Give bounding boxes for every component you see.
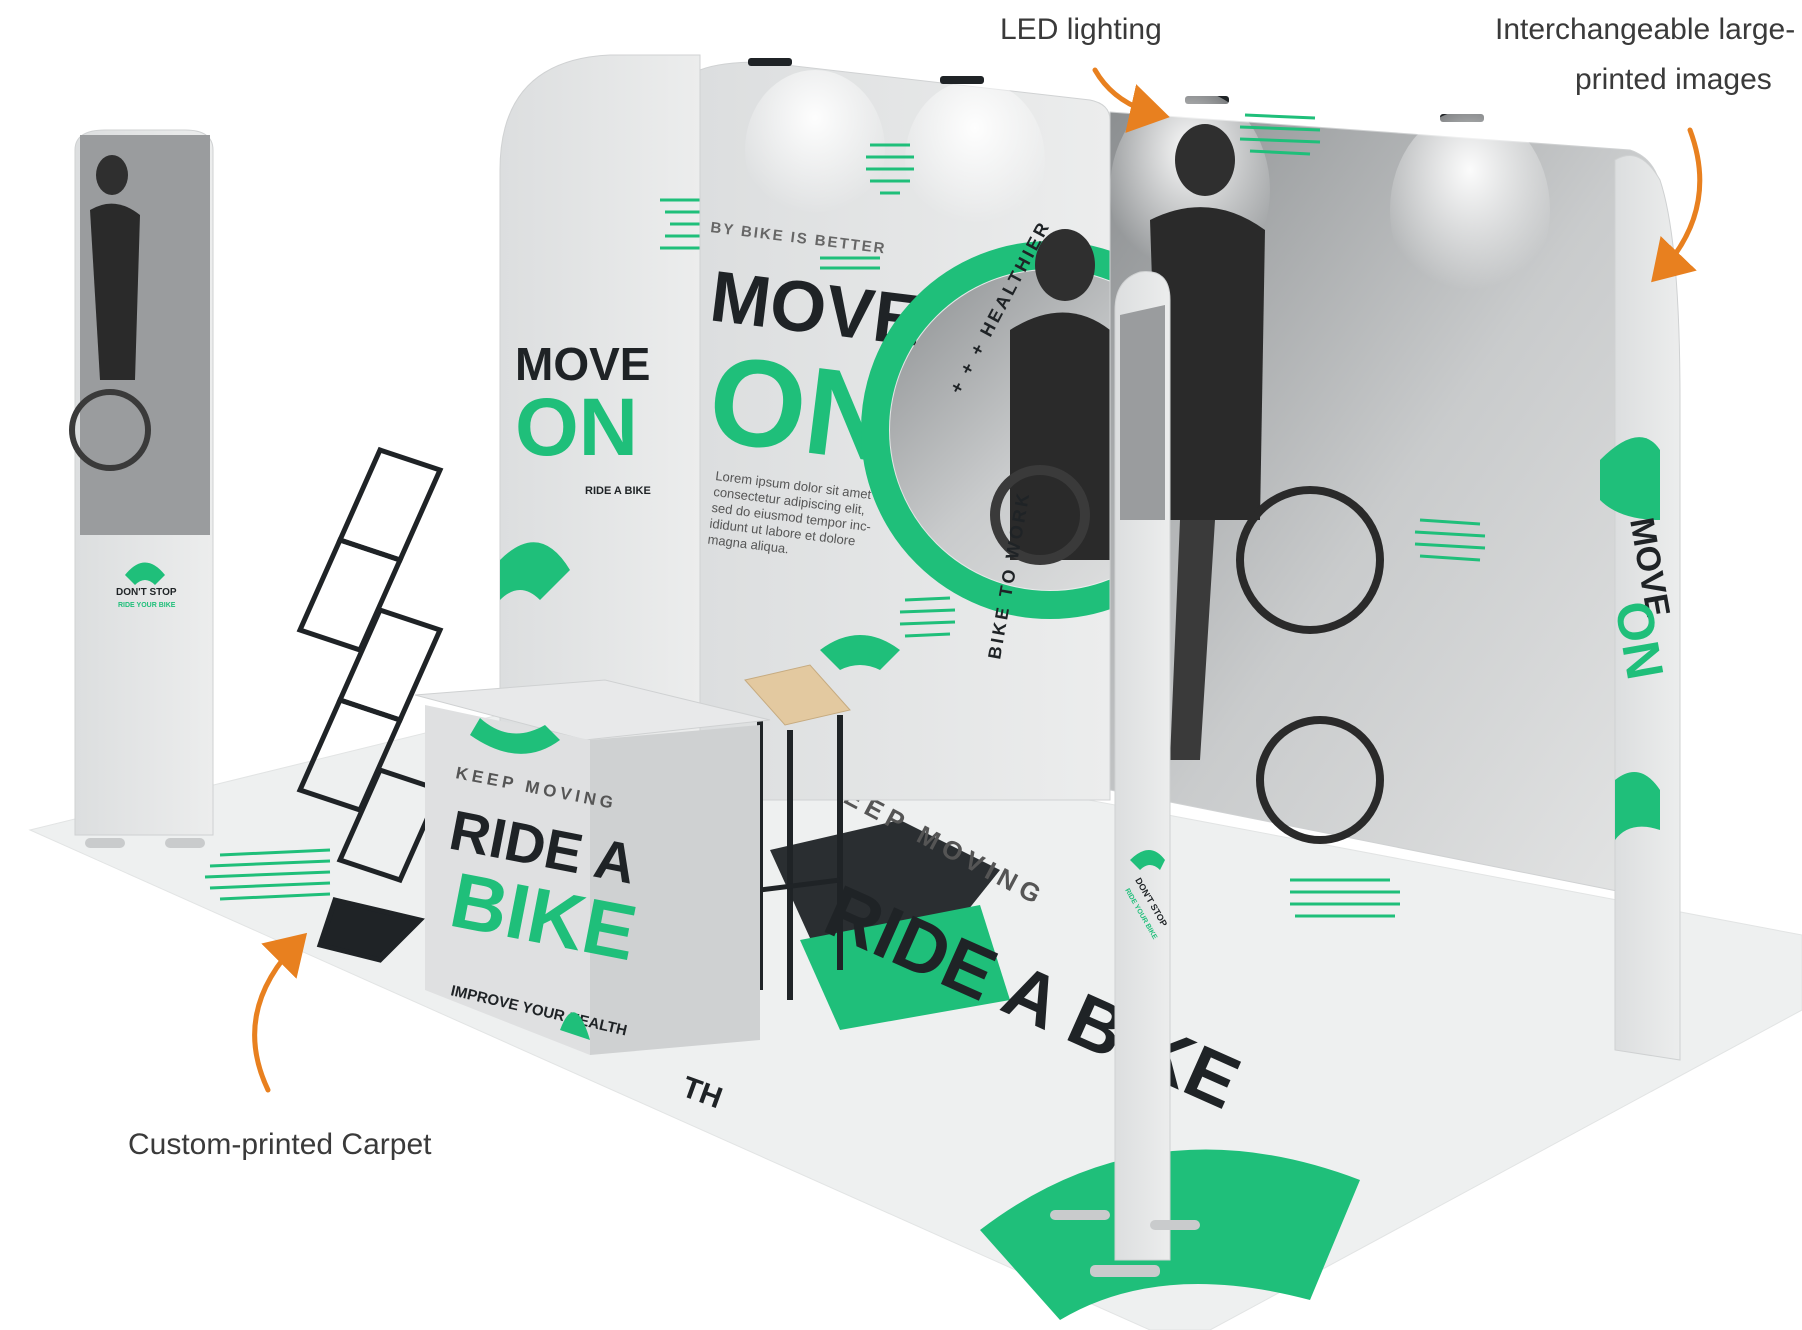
promo-counter: KEEP MOVING RIDE A BIKE IMPROVE YOUR HEA… bbox=[414, 679, 771, 1055]
left-tower-heading: DON'T STOP bbox=[116, 587, 177, 598]
left-tower-banner: DON'T STOP RIDE YOUR BIKE bbox=[69, 129, 214, 848]
carpet-arrow bbox=[252, 932, 308, 1093]
right-back-panel bbox=[1109, 90, 1663, 901]
back-left-tagline: RIDE A BIKE bbox=[585, 485, 651, 497]
callout-carpet: Custom-printed Carpet bbox=[128, 1128, 432, 1161]
callout-led-lighting: LED lighting bbox=[1000, 13, 1162, 46]
left-tower-sub: RIDE YOUR BIKE bbox=[118, 602, 176, 609]
callout-interchangeable-line2: printed images bbox=[1575, 63, 1772, 96]
back-left-on-text: ON bbox=[515, 382, 638, 473]
led-light bbox=[940, 76, 984, 84]
led-light bbox=[748, 58, 792, 66]
callout-interchangeable-line1: Interchangeable large-format bbox=[1495, 13, 1795, 46]
